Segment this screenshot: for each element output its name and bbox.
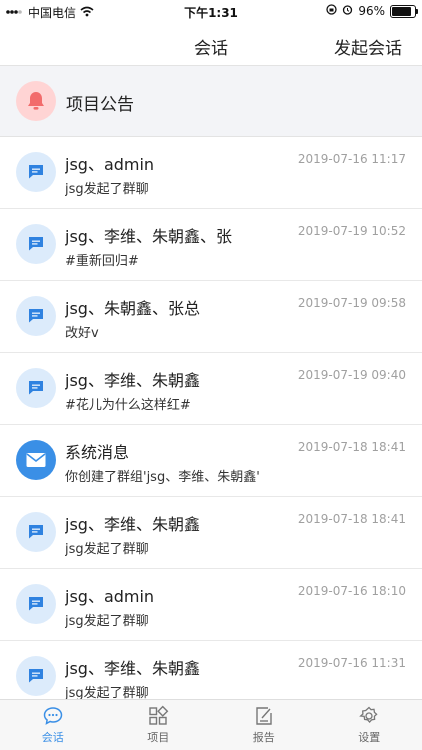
status-indicators: 96% bbox=[326, 4, 418, 18]
conversation-time: 2019-07-19 09:58 bbox=[297, 296, 406, 310]
battery-fill bbox=[392, 6, 412, 16]
project-announcement-row[interactable]: 项目公告 bbox=[0, 66, 422, 137]
orientation-lock-icon bbox=[326, 4, 337, 18]
start-conversation-button[interactable]: 发起会话 bbox=[334, 34, 402, 59]
conversation-title: jsg、李维、朱朝鑫 bbox=[65, 371, 200, 390]
chat-icon bbox=[16, 296, 56, 336]
chat-bubble-icon bbox=[42, 705, 64, 727]
conversation-time: 2019-07-19 09:40 bbox=[297, 368, 406, 382]
conversation-title: 系统消息 bbox=[65, 443, 130, 462]
conversation-time: 2019-07-18 18:41 bbox=[297, 512, 406, 526]
conversation-row[interactable]: jsg、admin 2019-07-16 18:10 jsg发起了群聊 bbox=[0, 569, 422, 641]
tab-reports[interactable]: 报告 bbox=[211, 700, 317, 750]
conversation-row[interactable]: jsg、李维、朱朝鑫 2019-07-19 09:40 #花儿为什么这样红# bbox=[0, 353, 422, 425]
conversation-time: 2019-07-16 18:10 bbox=[297, 584, 406, 598]
conversation-row[interactable]: jsg、admin 2019-07-16 11:17 jsg发起了群聊 bbox=[0, 137, 422, 209]
status-bar: 中国电信 下午1:31 96% bbox=[0, 0, 422, 24]
grid-icon bbox=[147, 705, 169, 727]
chat-icon bbox=[16, 152, 56, 192]
conversation-list: jsg、admin 2019-07-16 11:17 jsg发起了群聊 jsg、李维、… bbox=[0, 137, 422, 713]
tab-label: 报告 bbox=[252, 731, 275, 744]
chat-icon bbox=[16, 656, 56, 696]
battery-percent: 96% bbox=[358, 4, 385, 18]
mail-icon bbox=[16, 440, 56, 480]
tab-label: 设置 bbox=[358, 731, 381, 744]
conversation-preview: jsg发起了群聊 bbox=[65, 614, 149, 629]
battery-icon bbox=[390, 4, 418, 18]
conversation-time: 2019-07-16 11:31 bbox=[297, 656, 406, 670]
tab-conversations[interactable]: 会话 bbox=[0, 700, 106, 750]
conversation-time: 2019-07-19 10:52 bbox=[297, 224, 406, 238]
gear-icon bbox=[358, 705, 380, 727]
report-icon bbox=[253, 705, 275, 727]
chat-icon bbox=[16, 224, 56, 264]
nav-bar: 会话 发起会话 bbox=[0, 24, 422, 66]
conversation-title: jsg、admin bbox=[65, 155, 155, 174]
tab-bar: 会话 项目 报告 设置 bbox=[0, 699, 422, 750]
tab-settings[interactable]: 设置 bbox=[317, 700, 422, 750]
chat-icon bbox=[16, 512, 56, 552]
conversation-preview: 改好v bbox=[65, 326, 99, 341]
alarm-icon bbox=[342, 4, 353, 18]
chat-icon bbox=[16, 584, 56, 624]
announcement-label: 项目公告 bbox=[66, 95, 134, 115]
conversation-preview: 你创建了群组'jsg、李维、朱朝鑫' bbox=[65, 470, 260, 485]
conversation-title: jsg、朱朝鑫、张总 bbox=[65, 299, 200, 318]
tab-label: 会话 bbox=[41, 731, 64, 744]
conversation-row[interactable]: 系统消息 2019-07-18 18:41 你创建了群组'jsg、李维、朱朝鑫' bbox=[0, 425, 422, 497]
conversation-preview: #花儿为什么这样红# bbox=[65, 398, 191, 413]
conversation-time: 2019-07-18 18:41 bbox=[297, 440, 406, 454]
conversation-row[interactable]: jsg、李维、朱朝鑫 2019-07-18 18:41 jsg发起了群聊 bbox=[0, 497, 422, 569]
tab-label: 项目 bbox=[147, 731, 170, 744]
conversation-title: jsg、admin bbox=[65, 587, 155, 606]
conversation-preview: jsg发起了群聊 bbox=[65, 542, 149, 557]
conversation-time: 2019-07-16 11:17 bbox=[297, 152, 406, 166]
tab-projects[interactable]: 项目 bbox=[106, 700, 212, 750]
conversation-preview: #重新回归# bbox=[65, 254, 139, 269]
conversation-row[interactable]: jsg、李维、朱朝鑫、张 2019-07-19 10:52 #重新回归# bbox=[0, 209, 422, 281]
conversation-row[interactable]: jsg、朱朝鑫、张总 2019-07-19 09:58 改好v bbox=[0, 281, 422, 353]
conversation-title: jsg、李维、朱朝鑫 bbox=[65, 659, 200, 678]
chat-icon bbox=[16, 368, 56, 408]
bell-icon bbox=[16, 81, 56, 121]
conversation-preview: jsg发起了群聊 bbox=[65, 182, 149, 197]
conversation-title: jsg、李维、朱朝鑫 bbox=[65, 515, 200, 534]
conversation-title: jsg、李维、朱朝鑫、张 bbox=[65, 227, 232, 246]
